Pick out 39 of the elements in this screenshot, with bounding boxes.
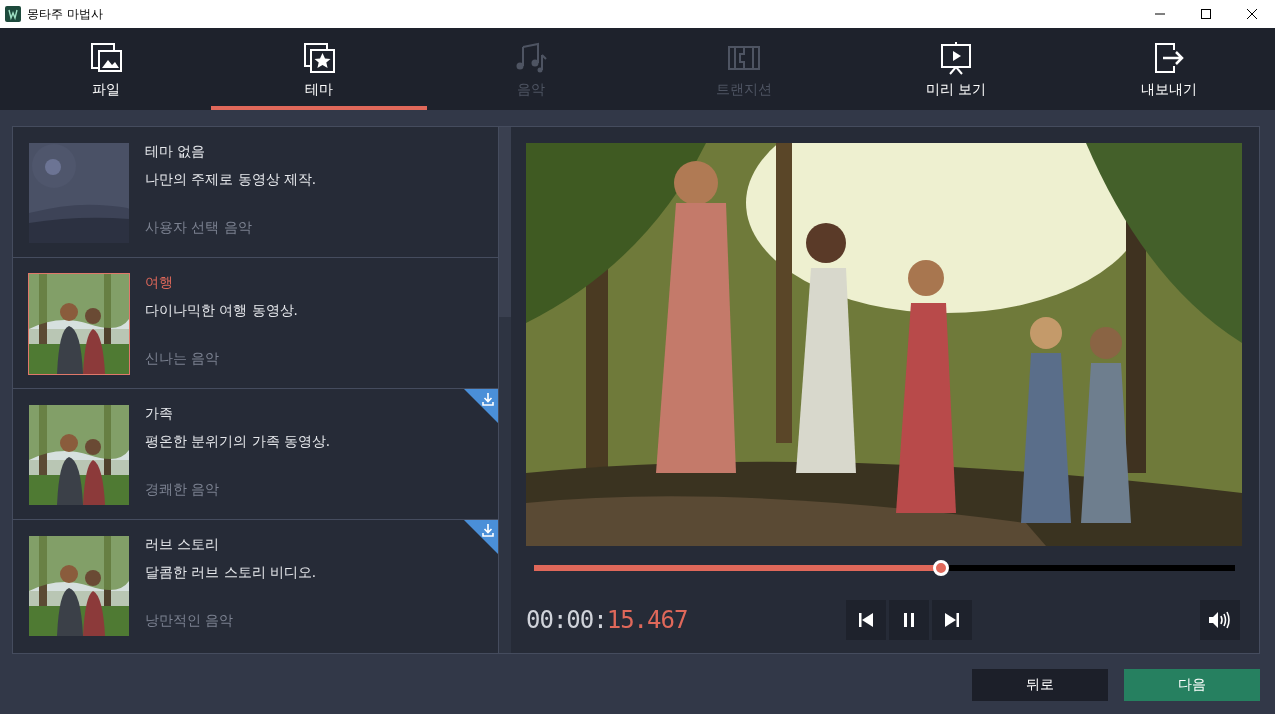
- close-icon: [1246, 8, 1258, 20]
- theme-description: 달콤한 러브 스토리 비디오.: [145, 564, 317, 582]
- next-button[interactable]: 다음: [1124, 669, 1260, 701]
- next-button[interactable]: [932, 600, 972, 640]
- scrollbar[interactable]: [499, 127, 511, 653]
- previous-button[interactable]: [846, 600, 886, 640]
- next-icon: [942, 610, 962, 630]
- theme-item[interactable]: 가족 평온한 분위기의 가족 동영상. 경쾌한 음악: [13, 389, 498, 520]
- theme-title: 여행: [145, 274, 174, 292]
- window-title: 몽타주 마법사: [27, 5, 104, 23]
- music-notes-icon: [514, 41, 549, 75]
- theme-item[interactable]: 여행 다이나믹한 여행 동영상. 신나는 음악: [13, 258, 498, 389]
- time-display: 15.467: [606, 606, 688, 634]
- app-logo-icon: [5, 6, 21, 22]
- theme-item[interactable]: 러브 스토리 달콤한 러브 스토리 비디오. 낭만적인 음악: [13, 520, 498, 651]
- theme-description: 평온한 분위기의 가족 동영상.: [145, 433, 331, 451]
- theme-music: 낭만적인 음악: [145, 612, 235, 630]
- volume-button[interactable]: [1200, 600, 1240, 640]
- image-file-icon: [89, 41, 124, 75]
- toolbar-tab[interactable]: 테마: [210, 28, 427, 110]
- time-display: 00:00:: [526, 606, 607, 634]
- star-frame-icon: [301, 41, 336, 75]
- theme-music: 경쾌한 음악: [145, 481, 221, 499]
- theme-title: 테마 없음: [145, 143, 207, 161]
- theme-title: 러브 스토리: [145, 536, 221, 554]
- theme-music: 신나는 음악: [145, 350, 221, 368]
- maximize-icon: [1200, 8, 1212, 20]
- pause-button[interactable]: [889, 600, 929, 640]
- speaker-icon: [1208, 610, 1232, 630]
- back-button[interactable]: 뒤로: [972, 669, 1108, 701]
- theme-description: 다이나믹한 여행 동영상.: [145, 302, 298, 320]
- theme-item[interactable]: 테마 없음 나만의 주제로 동영상 제작. 사용자 선택 음악: [13, 127, 498, 258]
- presentation-screen-icon: [939, 41, 974, 75]
- theme-title: 가족: [145, 405, 174, 423]
- theme-music: 사용자 선택 음악: [145, 219, 253, 237]
- theme-description: 나만의 주제로 동영상 제작.: [145, 171, 317, 189]
- download-icon[interactable]: [464, 520, 498, 554]
- previous-icon: [856, 610, 876, 630]
- download-icon[interactable]: [464, 389, 498, 423]
